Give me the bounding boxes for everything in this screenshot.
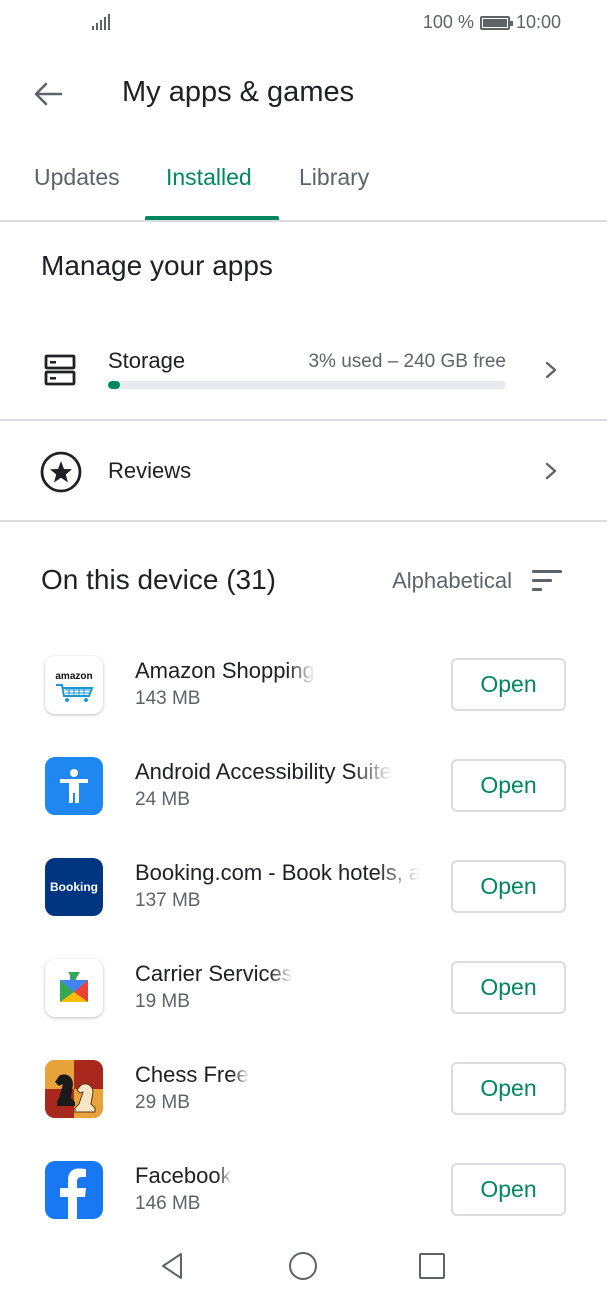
open-button[interactable]: Open	[451, 860, 566, 913]
app-size: 146 MB	[135, 1193, 201, 1214]
arrow-back-icon	[34, 82, 63, 106]
app-name: Chess Free	[135, 1062, 249, 1087]
chess-pieces-icon	[45, 1060, 103, 1118]
app-name: Booking.com - Book hotels, apartments & …	[135, 860, 420, 885]
battery-icon	[479, 15, 513, 30]
clock: 10:00	[515, 12, 561, 32]
booking-icon: Booking	[45, 858, 103, 916]
carrier-services-icon	[45, 959, 103, 1017]
list-item[interactable]: Booking Booking.com - Book hotels, apart…	[0, 836, 607, 937]
app-list: amazon Amazon Shopping 143 MB Open Andro…	[0, 634, 607, 1240]
app-size: 137 MB	[135, 890, 201, 911]
app-size: 143 MB	[135, 688, 201, 709]
cart-icon	[56, 683, 94, 702]
tab-bar: Updates Installed Library	[0, 150, 607, 222]
status-right: 100 % 10:00	[423, 12, 561, 33]
app-name: Amazon Shopping	[135, 658, 315, 683]
star-circle-icon	[40, 451, 82, 493]
manage-apps-title: Manage your apps	[41, 250, 273, 281]
device-apps-title: On this device (31)	[41, 564, 276, 595]
system-nav-bar	[0, 1230, 607, 1300]
app-size: 19 MB	[135, 991, 190, 1012]
battery-percent: 100 %	[422, 12, 474, 32]
page-title: My apps & games	[122, 76, 355, 108]
nav-recents-icon[interactable]	[414, 1248, 450, 1284]
back-button[interactable]	[26, 72, 70, 116]
nav-back-icon[interactable]	[155, 1248, 191, 1284]
app-name: Facebook	[135, 1163, 232, 1188]
storage-icon	[44, 354, 76, 386]
storage-progress-bar	[108, 381, 506, 389]
accessibility-icon	[45, 757, 103, 815]
sort-label[interactable]: Alphabetical	[392, 568, 512, 594]
list-item[interactable]: Carrier Services 19 MB Open	[0, 937, 607, 1038]
chevron-right-icon	[545, 361, 557, 379]
app-bar: My apps & games	[0, 56, 607, 132]
list-item[interactable]: Android Accessibility Suite 24 MB Open	[0, 735, 607, 836]
open-button[interactable]: Open	[451, 759, 566, 812]
chess-icon	[45, 1060, 103, 1118]
app-name: Carrier Services	[135, 961, 293, 986]
signal-icon	[92, 14, 110, 30]
amazon-logo-text: amazon	[55, 670, 93, 682]
storage-row[interactable]: Storage 3% used – 240 GB free	[0, 320, 607, 418]
amazon-icon: amazon	[45, 656, 103, 714]
open-button[interactable]: Open	[451, 1163, 566, 1216]
chevron-right-icon	[545, 462, 557, 480]
open-button[interactable]: Open	[451, 1062, 566, 1115]
booking-logo-text: Booking	[50, 880, 98, 894]
storage-progress-fill	[108, 381, 120, 389]
facebook-f-icon	[60, 1168, 86, 1219]
reviews-row[interactable]: Reviews	[0, 422, 607, 520]
app-size: 24 MB	[135, 789, 190, 810]
storage-info: 3% used – 240 GB free	[308, 351, 506, 372]
storage-label: Storage	[108, 348, 186, 373]
tab-library[interactable]: Library	[299, 164, 369, 220]
list-item[interactable]: amazon Amazon Shopping 143 MB Open	[0, 634, 607, 735]
tab-updates[interactable]: Updates	[34, 164, 120, 220]
facebook-icon	[45, 1161, 103, 1219]
divider	[0, 520, 607, 522]
puzzle-icon	[60, 972, 88, 1002]
open-button[interactable]: Open	[451, 658, 566, 711]
nav-home-icon[interactable]	[285, 1248, 321, 1284]
list-item[interactable]: Facebook 146 MB Open	[0, 1139, 607, 1240]
open-button[interactable]: Open	[451, 961, 566, 1014]
reviews-label: Reviews	[108, 458, 192, 483]
tab-installed[interactable]: Installed	[166, 164, 252, 220]
list-item[interactable]: Chess Free 29 MB Open	[0, 1038, 607, 1139]
sort-icon[interactable]	[531, 568, 563, 594]
app-size: 29 MB	[135, 1092, 190, 1113]
divider	[0, 419, 607, 421]
active-tab-indicator	[145, 216, 279, 220]
accessibility-person-icon	[60, 769, 88, 803]
status-bar: 100 % 10:00	[0, 0, 607, 46]
app-name: Android Accessibility Suite	[135, 759, 392, 784]
